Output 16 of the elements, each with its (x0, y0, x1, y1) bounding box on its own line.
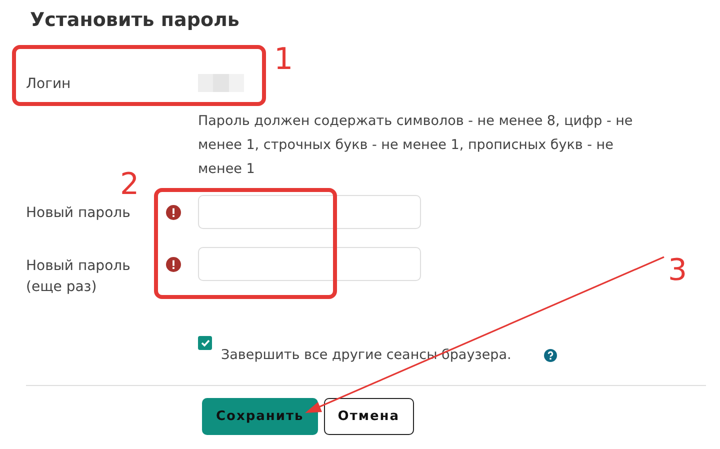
save-button[interactable]: Сохранить (202, 398, 318, 435)
password-field[interactable] (198, 195, 421, 229)
help-icon[interactable] (544, 349, 558, 362)
annotation-number: 2 (120, 168, 140, 202)
page-title: Установить пароль (30, 8, 240, 33)
password-field[interactable] (198, 247, 421, 281)
checkbox[interactable] (198, 336, 212, 350)
annotation-number: 3 (668, 254, 688, 288)
cancel-button[interactable]: Отмена (324, 398, 414, 435)
password-rules: Пароль должен содержать символов - не менее 8, цифр - не менее 1, строчных букв - не менее 1, прописных букв - не менее 1 (198, 112, 634, 179)
field-label: Новый пароль (26, 204, 132, 223)
field-label: Новый пароль (еще раз) (26, 257, 132, 297)
redacted-value (198, 74, 244, 92)
annotation-number: 1 (274, 43, 294, 77)
login-label: Логин (26, 75, 72, 94)
checkbox-label: Завершить все другие сеансы браузера. (221, 347, 512, 363)
